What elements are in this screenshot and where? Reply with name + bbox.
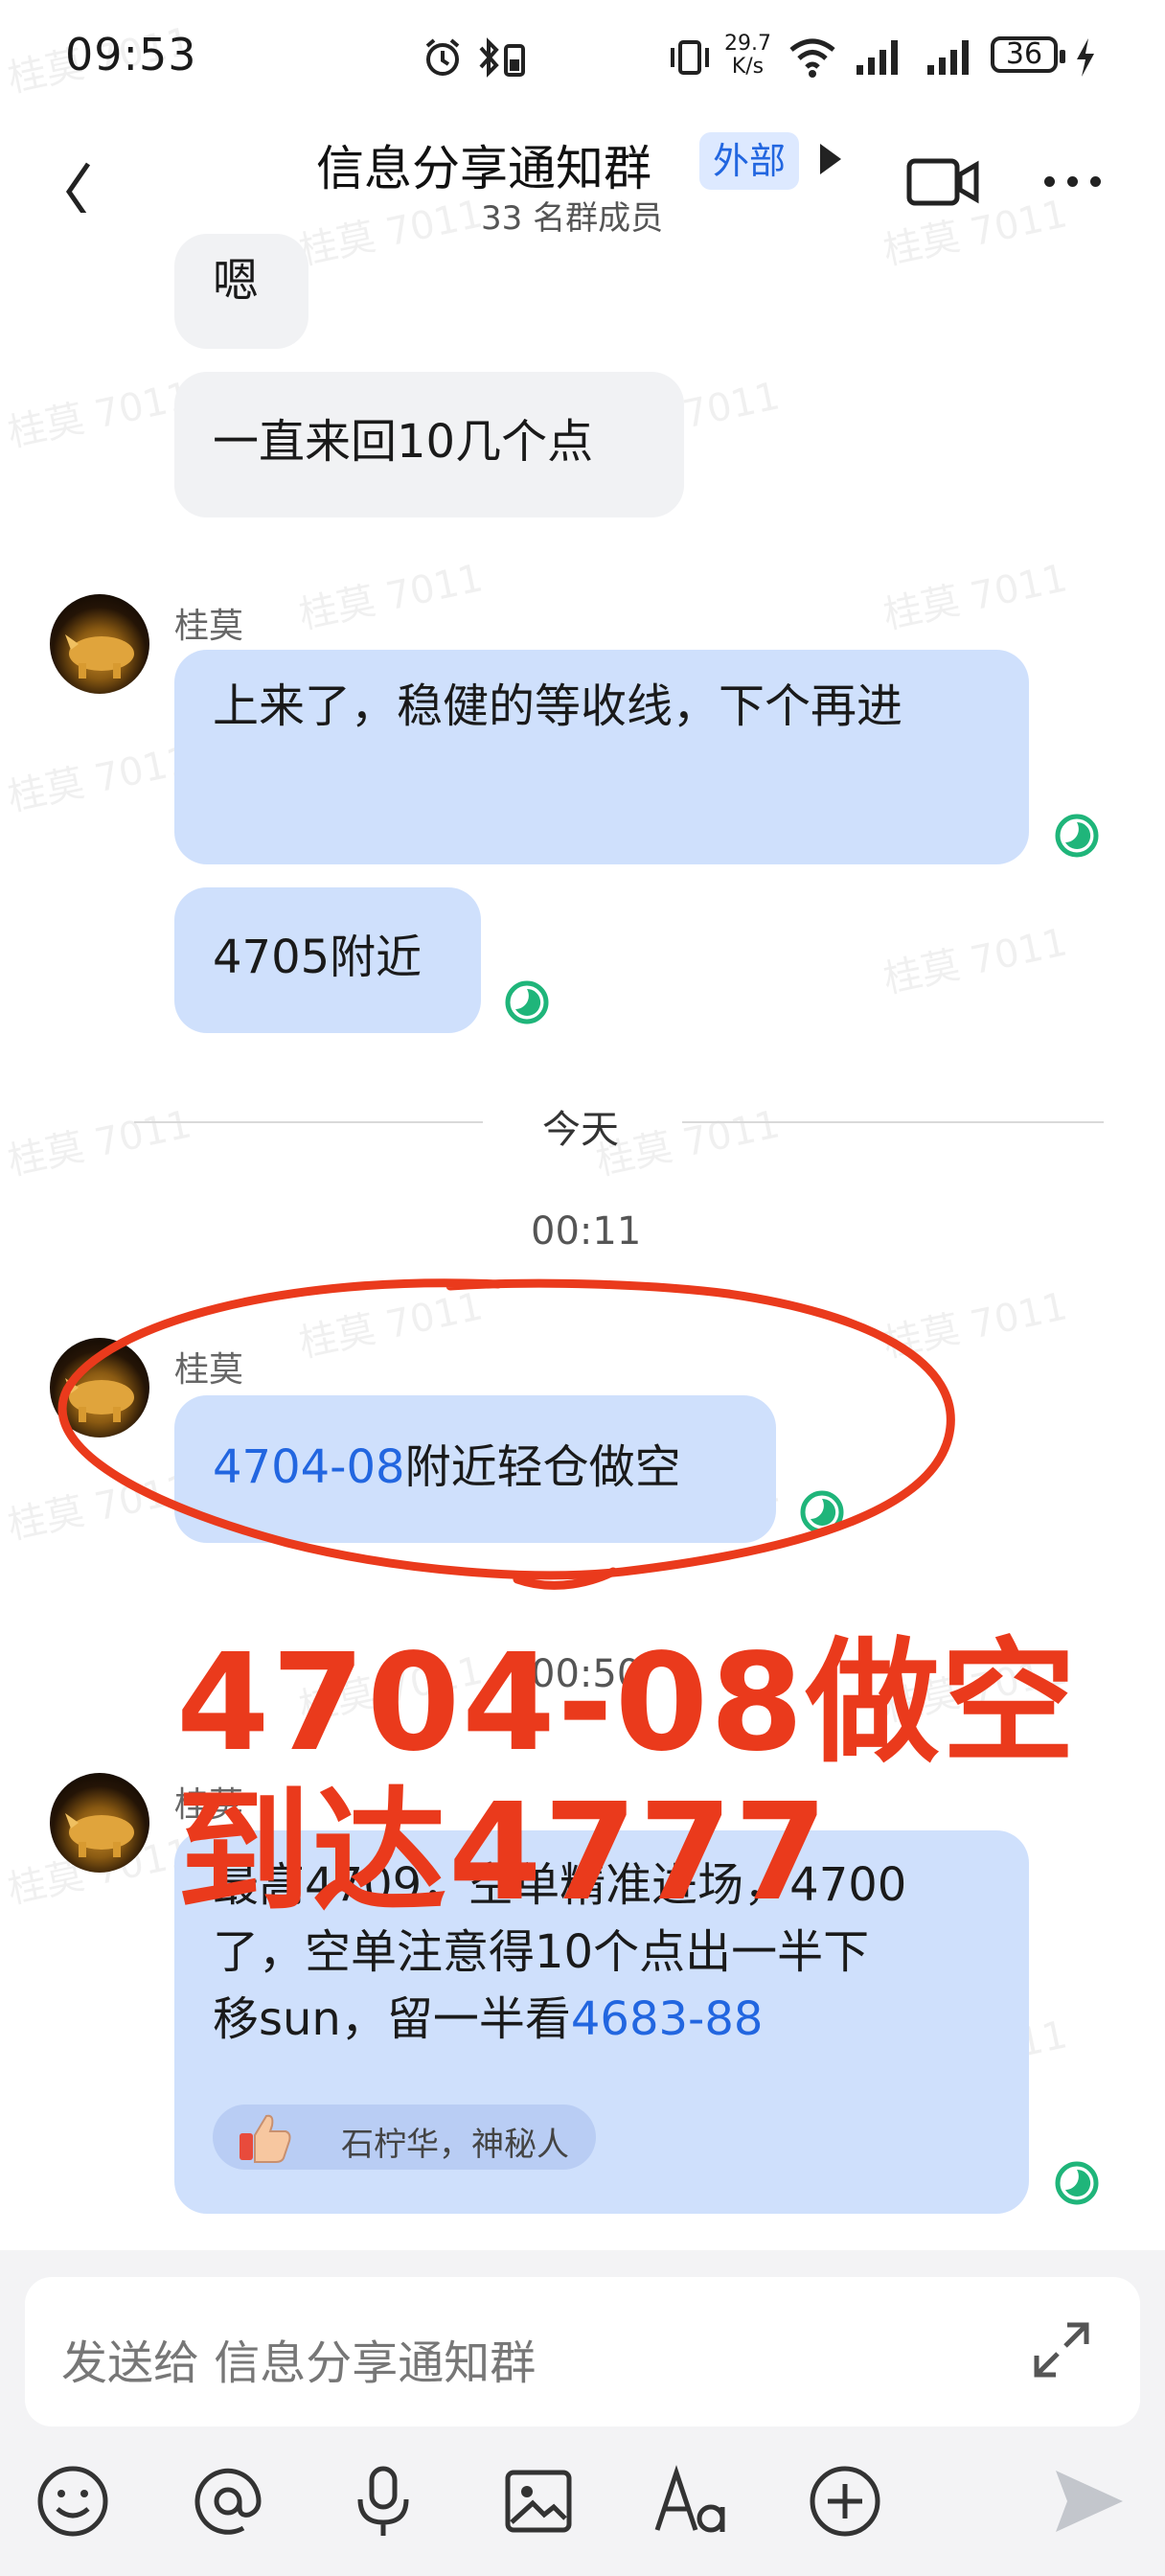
bluetooth-battery-icon (479, 37, 525, 78)
avatar[interactable] (50, 594, 149, 694)
message-bubble[interactable]: 嗯 (174, 234, 308, 349)
message-text: 一直来回10几个点 (213, 415, 594, 469)
hand-drawn-circle-annotation (57, 1278, 955, 1590)
add-icon[interactable] (807, 2463, 883, 2540)
read-status-icon[interactable] (1054, 2160, 1100, 2206)
watermark: 桂莫 7011 (295, 556, 488, 638)
price-link[interactable]: 4683-88 (571, 1992, 764, 2046)
send-icon[interactable] (1050, 2463, 1127, 2540)
message-text: 4705附近 (213, 931, 423, 984)
mention-icon[interactable] (190, 2463, 266, 2540)
net-speed-unit: K/s (731, 55, 765, 79)
thumbs-up-icon (240, 2114, 291, 2163)
watermark: 桂莫 7011 (4, 738, 196, 820)
wifi-icon (789, 38, 835, 78)
net-speed-value: 29.7 (724, 32, 771, 56)
watermark: 桂莫 7011 (879, 556, 1072, 638)
font-style-icon[interactable] (653, 2463, 730, 2540)
signal-icon (857, 40, 898, 75)
avatar[interactable] (50, 1773, 149, 1873)
read-status-icon[interactable] (1054, 813, 1100, 859)
net-speed: 29.7 K/s (724, 33, 771, 79)
annotation-line-2: 到达4777 (176, 1775, 830, 1931)
signal-icon (927, 40, 969, 75)
reaction-users: 石柠华，神秘人 (341, 2126, 569, 2164)
expand-icon[interactable] (1031, 2319, 1092, 2380)
message-bubble[interactable]: 4705附近 (174, 887, 481, 1033)
alarm-icon (425, 38, 460, 76)
watermark: 桂莫 7011 (592, 1102, 785, 1184)
sender-name: 桂莫 (174, 607, 244, 646)
timestamp: 00:11 (531, 1209, 642, 1254)
status-bar: 09:53 29.7 K/s 36 (0, 0, 1165, 115)
message-text: 上来了，稳健的等收线，下个再进 (213, 679, 903, 733)
watermark: 桂莫 7011 (879, 920, 1072, 1002)
message-line: 移sun，留一半看 (213, 1992, 571, 2046)
emoji-icon[interactable] (34, 2463, 111, 2540)
status-time: 09:53 (65, 29, 197, 80)
message-bubble[interactable]: 一直来回10几个点 (174, 372, 684, 518)
watermark: 桂莫 7011 (4, 374, 196, 456)
image-icon[interactable] (500, 2463, 577, 2540)
battery-indicator: 36 (991, 36, 1065, 73)
date-separator: 今天 (542, 1108, 619, 1152)
input-placeholder[interactable]: 发送给 信息分享通知群 (61, 2325, 536, 2392)
message-bubble[interactable]: 上来了，稳健的等收线，下个再进 (174, 650, 1029, 864)
divider (134, 1121, 483, 1123)
message-text: 嗯 (213, 254, 260, 308)
watermark: 桂莫 7011 (4, 1102, 196, 1184)
vibrate-icon (671, 40, 709, 75)
charging-icon (1077, 38, 1094, 77)
microphone-icon[interactable] (345, 2463, 422, 2540)
read-status-icon[interactable] (504, 979, 550, 1025)
divider (682, 1121, 1104, 1123)
